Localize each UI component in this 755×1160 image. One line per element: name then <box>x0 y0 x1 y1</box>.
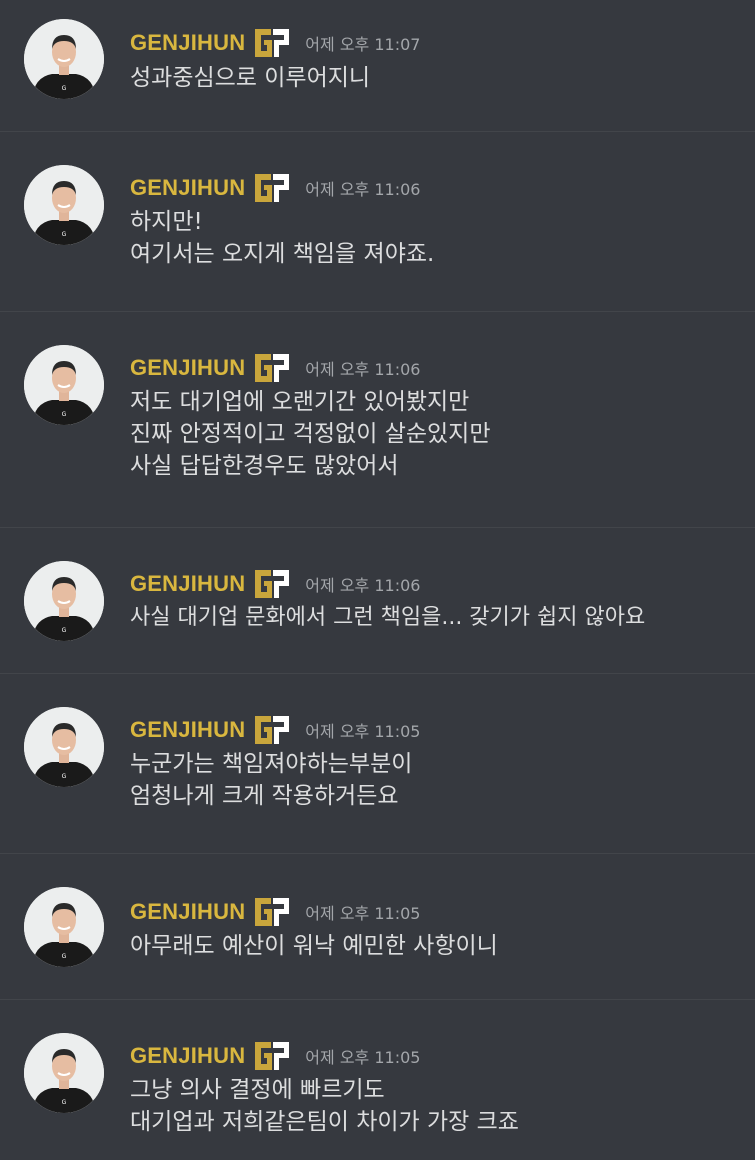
svg-text:G: G <box>62 411 67 418</box>
message-item: G GENJIHUN 어제 오후 11:05 누군가는 책임져야하는부분이 엄청… <box>0 674 755 854</box>
svg-text:G: G <box>62 231 67 238</box>
message-line: 하지만! <box>130 209 203 235</box>
svg-text:G: G <box>62 627 67 634</box>
svg-text:G: G <box>62 953 67 960</box>
timestamp: 어제 오후 11:06 <box>305 180 421 199</box>
avatar[interactable]: G <box>24 887 104 967</box>
username[interactable]: GENJIHUN <box>130 30 245 56</box>
message-content: 성과중심으로 이루어지니 <box>130 62 370 94</box>
message-header: GENJIHUN 어제 오후 11:05 <box>130 897 420 927</box>
avatar[interactable]: G <box>24 561 104 641</box>
timestamp: 어제 오후 11:06 <box>305 576 421 595</box>
gen-g-logo-icon <box>255 716 290 744</box>
avatar-image: G <box>24 165 104 245</box>
avatar-image: G <box>24 345 104 425</box>
username[interactable]: GENJIHUN <box>130 717 245 743</box>
avatar-image: G <box>24 561 104 641</box>
gen-g-logo-icon <box>255 570 290 598</box>
gen-g-logo-icon <box>255 898 290 926</box>
avatar-image: G <box>24 19 104 99</box>
message-header: GENJIHUN 어제 오후 11:06 <box>130 569 420 599</box>
svg-text:G: G <box>62 773 67 780</box>
gen-g-logo-icon <box>255 29 290 57</box>
avatar-image: G <box>24 707 104 787</box>
username[interactable]: GENJIHUN <box>130 355 245 381</box>
avatar[interactable]: G <box>24 707 104 787</box>
message-item: G GENJIHUN 어제 오후 11:07 성과중심으로 이루어지니 <box>0 0 755 132</box>
message-line: 대기업과 저희같은팀이 차이가 가장 크죠 <box>130 1109 519 1135</box>
username[interactable]: GENJIHUN <box>130 899 245 925</box>
timestamp: 어제 오후 11:05 <box>305 1048 421 1067</box>
message-header: GENJIHUN 어제 오후 11:07 <box>130 28 420 58</box>
message-content: 저도 대기업에 오랜기간 있어봤지만 진짜 안정적이고 걱정없이 살순있지만 사… <box>130 386 491 482</box>
timestamp: 어제 오후 11:05 <box>305 904 421 923</box>
timestamp: 어제 오후 11:06 <box>305 360 421 379</box>
avatar[interactable]: G <box>24 1033 104 1113</box>
message-line: 여기서는 오지게 책임을 져야죠. <box>130 241 435 267</box>
message-line: 아무래도 예산이 워낙 예민한 사항이니 <box>130 933 498 959</box>
message-item: G GENJIHUN 어제 오후 11:06 하지만! 여기서는 오지게 책임을… <box>0 132 755 312</box>
message-header: GENJIHUN 어제 오후 11:05 <box>130 1041 420 1071</box>
message-header: GENJIHUN 어제 오후 11:06 <box>130 173 420 203</box>
message-header: GENJIHUN 어제 오후 11:05 <box>130 715 420 745</box>
message-content: 누군가는 책임져야하는부분이 엄청나게 크게 작용하거든요 <box>130 748 412 812</box>
timestamp: 어제 오후 11:05 <box>305 722 421 741</box>
message-content: 하지만! 여기서는 오지게 책임을 져야죠. <box>130 206 434 270</box>
avatar[interactable]: G <box>24 165 104 245</box>
message-line: 저도 대기업에 오랜기간 있어봤지만 <box>130 389 470 415</box>
username[interactable]: GENJIHUN <box>130 175 245 201</box>
message-item: G GENJIHUN 어제 오후 11:06 저도 대기업에 오랜기간 있어봤지… <box>0 312 755 528</box>
message-header: GENJIHUN 어제 오후 11:06 <box>130 353 420 383</box>
gen-g-logo-icon <box>255 1042 290 1070</box>
gen-g-logo-icon <box>255 174 290 202</box>
message-line: 성과중심으로 이루어지니 <box>130 65 371 91</box>
message-line: 사실 답답한경우도 많았어서 <box>130 453 399 479</box>
message-line: 사실 대기업 문화에서 그런 책임을... 갖기가 쉽지 않아요 <box>130 605 646 630</box>
message-list: G GENJIHUN 어제 오후 11:07 성과중심으로 이루어지니 G GE… <box>0 0 755 1160</box>
timestamp: 어제 오후 11:07 <box>305 35 421 54</box>
svg-text:G: G <box>62 1099 67 1106</box>
avatar[interactable]: G <box>24 345 104 425</box>
message-item: G GENJIHUN 어제 오후 11:06 사실 대기업 문화에서 그런 책임… <box>0 528 755 674</box>
message-line: 엄청나게 크게 작용하거든요 <box>130 783 399 809</box>
message-item: G GENJIHUN 어제 오후 11:05 그냥 의사 결정에 빠르기도 대기… <box>0 1000 755 1160</box>
username[interactable]: GENJIHUN <box>130 1043 245 1069</box>
message-content: 아무래도 예산이 워낙 예민한 사항이니 <box>130 930 498 962</box>
username[interactable]: GENJIHUN <box>130 571 245 597</box>
avatar[interactable]: G <box>24 19 104 99</box>
message-line: 그냥 의사 결정에 빠르기도 <box>130 1077 385 1103</box>
message-line: 진짜 안정적이고 걱정없이 살순있지만 <box>130 421 491 447</box>
message-content: 사실 대기업 문화에서 그런 책임을... 갖기가 쉽지 않아요 <box>130 602 645 634</box>
gen-g-logo-icon <box>255 354 290 382</box>
avatar-image: G <box>24 887 104 967</box>
message-line: 누군가는 책임져야하는부분이 <box>130 751 413 777</box>
message-content: 그냥 의사 결정에 빠르기도 대기업과 저희같은팀이 차이가 가장 크죠 <box>130 1074 519 1138</box>
avatar-image: G <box>24 1033 104 1113</box>
message-item: G GENJIHUN 어제 오후 11:05 아무래도 예산이 워낙 예민한 사… <box>0 854 755 1000</box>
svg-text:G: G <box>62 85 67 92</box>
